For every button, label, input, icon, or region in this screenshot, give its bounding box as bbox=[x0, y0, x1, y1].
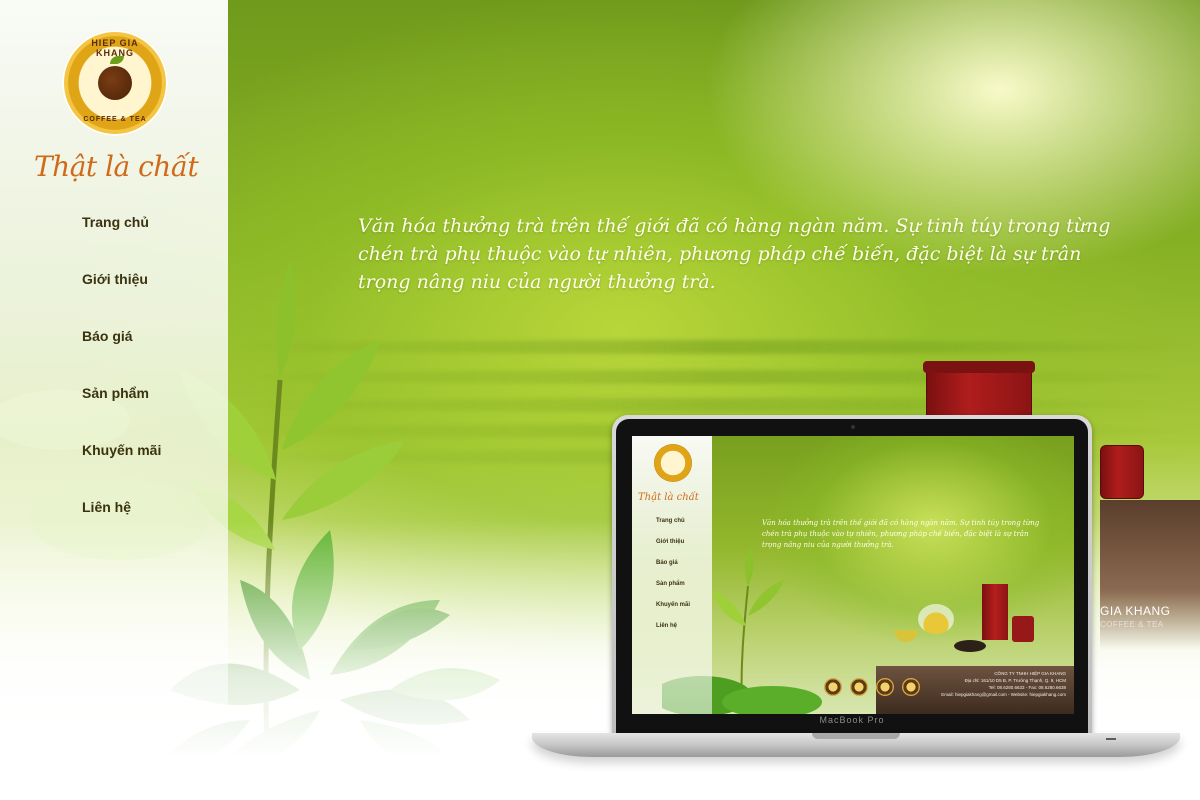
mini-menu-item: Liên hệ bbox=[656, 623, 678, 629]
mini-menu-item: Sản phẩm bbox=[656, 581, 685, 587]
tea-box bbox=[1100, 445, 1144, 499]
laptop-base bbox=[532, 733, 1180, 757]
tea-cup-icon bbox=[894, 630, 918, 642]
laptop-notch bbox=[812, 733, 900, 739]
laptop-brand-label: MacBook Pro bbox=[819, 715, 885, 725]
mini-brand-logo bbox=[654, 444, 692, 482]
mini-tagline: Thật là chất bbox=[638, 492, 699, 503]
menu-item-pricing[interactable]: Báo giá bbox=[82, 328, 161, 385]
mini-menu: Trang chủ Giới thiệu Báo giá Sản phẩm Kh… bbox=[656, 518, 690, 644]
award-badge-icon bbox=[876, 678, 894, 696]
company-name: CÔNG TY TNHH HIỆP GIA KHANG bbox=[994, 671, 1066, 676]
teapot-icon bbox=[918, 604, 954, 634]
mini-sidebar: Thật là chất Trang chủ Giới thiệu Báo gi… bbox=[632, 436, 712, 714]
menu-item-about[interactable]: Giới thiệu bbox=[82, 271, 161, 328]
award-badge-icon bbox=[902, 678, 920, 696]
mini-menu-item: Giới thiệu bbox=[656, 539, 685, 545]
mini-menu-item: Trang chủ bbox=[656, 518, 685, 524]
logo-bottom-text: COFFEE & TEA bbox=[83, 116, 147, 123]
page: HIEP GIA KHANG COFFEE & TEA Thật là chất… bbox=[0, 0, 1200, 800]
camera-icon bbox=[851, 425, 855, 429]
tea-box bbox=[923, 361, 1035, 418]
partial-brand-subtext: COFFEE & TEA bbox=[1100, 620, 1164, 629]
brand-logo[interactable]: HIEP GIA KHANG COFFEE & TEA bbox=[62, 30, 168, 136]
mini-menu-item: Báo giá bbox=[656, 560, 678, 566]
award-badge-icon bbox=[850, 678, 868, 696]
menu-item-home[interactable]: Trang chủ bbox=[82, 214, 161, 271]
leaf-icon bbox=[110, 56, 124, 64]
mini-menu-item: Khuyến mãi bbox=[656, 602, 691, 608]
laptop-bezel: Thật là chất Trang chủ Giới thiệu Báo gi… bbox=[616, 419, 1088, 733]
intro-text: Văn hóa thưởng trà trên thế giới đã có h… bbox=[358, 215, 1111, 293]
logo-top-text: HIEP GIA KHANG bbox=[91, 38, 139, 58]
company-contact: Email: hiepgiakhang@gmail.com - Website:… bbox=[941, 692, 1066, 697]
mini-tea-tin bbox=[1012, 616, 1034, 642]
mini-footer-contact: CÔNG TY TNHH HIỆP GIA KHANG Địa chỉ: 161… bbox=[941, 670, 1066, 698]
company-phone: Tel: 08.6280.6633 - Fax: 08.6280.6638 bbox=[988, 685, 1066, 690]
tea-leaves-icon bbox=[954, 640, 986, 652]
laptop-screen: Thật là chất Trang chủ Giới thiệu Báo gi… bbox=[632, 436, 1074, 714]
laptop-mockup: Thật là chất Trang chủ Giới thiệu Báo gi… bbox=[612, 415, 1092, 733]
coffee-bean-icon bbox=[98, 66, 132, 100]
menu-item-contact[interactable]: Liên hệ bbox=[82, 499, 161, 556]
main-menu: Trang chủ Giới thiệu Báo giá Sản phẩm Kh… bbox=[82, 214, 161, 556]
partial-brand-text: GIA KHANG bbox=[1100, 604, 1171, 618]
award-badge-icon bbox=[824, 678, 842, 696]
menu-item-products[interactable]: Sản phẩm bbox=[82, 385, 161, 442]
mini-tea-box bbox=[982, 584, 1008, 640]
company-address: Địa chỉ: 161/10 D5 B, P. Trường Thạnh, Q… bbox=[964, 678, 1066, 683]
sidebar: HIEP GIA KHANG COFFEE & TEA Thật là chất… bbox=[0, 0, 228, 705]
menu-item-promotions[interactable]: Khuyến mãi bbox=[82, 442, 161, 499]
mini-intro-text: Văn hóa thưởng trà trên thế giới đã có h… bbox=[762, 519, 1040, 549]
power-light-icon bbox=[1106, 738, 1116, 740]
brand-tagline: Thật là chất bbox=[34, 150, 199, 183]
